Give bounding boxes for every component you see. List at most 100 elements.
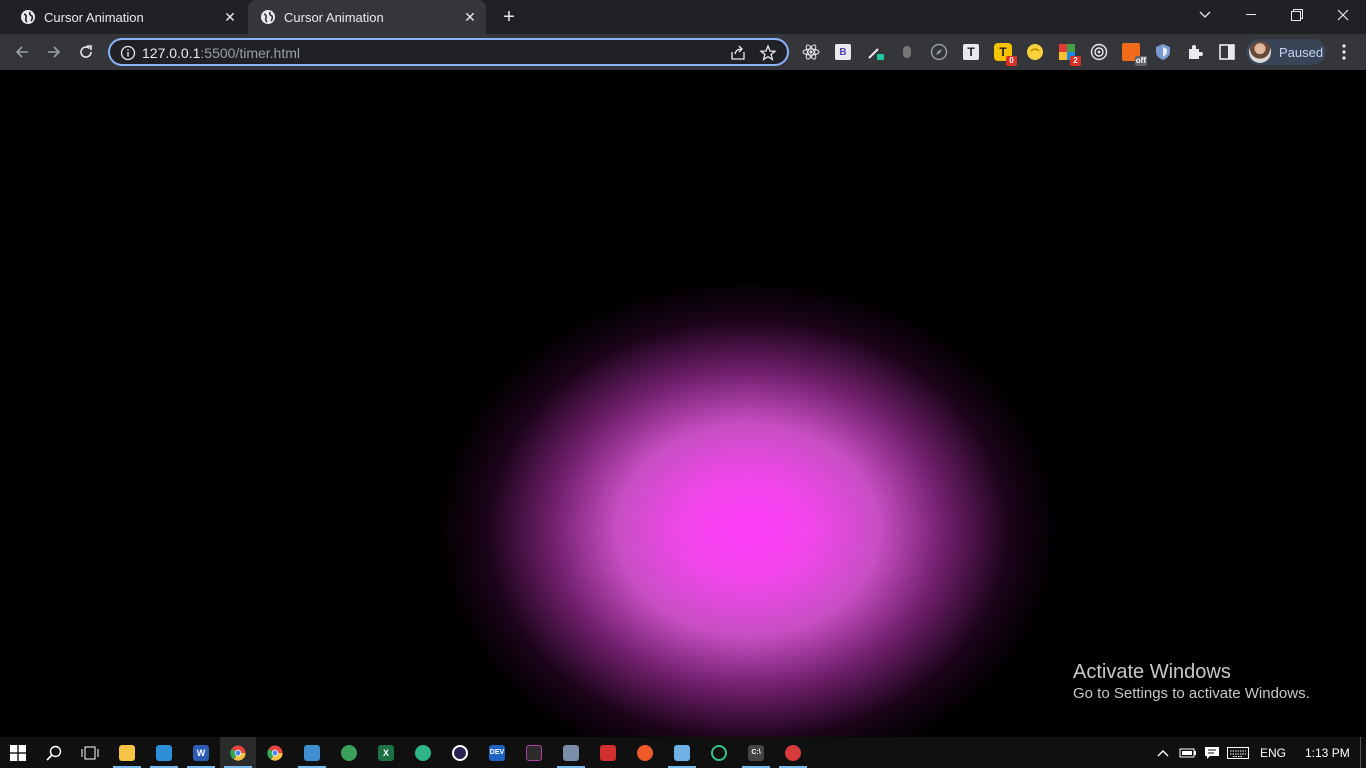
tab-title: Cursor Animation: [44, 9, 144, 25]
app-icon: [637, 744, 653, 761]
puzzle-icon[interactable]: [1185, 42, 1205, 62]
windows-logo-icon: [10, 744, 26, 761]
taskbar-app[interactable]: [257, 737, 293, 768]
watermark-title: Activate Windows: [1073, 661, 1231, 683]
eclipse-icon: [452, 744, 468, 761]
react-devtools-icon[interactable]: [801, 42, 821, 62]
new-tab-button[interactable]: +: [498, 6, 520, 28]
tab-strip: Cursor Animation ✕ Cursor Animation ✕ +: [0, 0, 1366, 34]
taskbar-app[interactable]: [405, 737, 441, 768]
taskbar-app[interactable]: [701, 737, 737, 768]
notification-icon[interactable]: [1202, 737, 1222, 768]
keyboard-icon[interactable]: [1226, 737, 1250, 768]
start-button[interactable]: [0, 737, 36, 768]
taskbar-app[interactable]: [553, 737, 589, 768]
globe-icon: [20, 9, 36, 25]
url-text: 127.0.0.1:5500/timer.html: [142, 45, 300, 61]
bookmark-star-icon[interactable]: [759, 44, 777, 62]
bootstrap-icon[interactable]: B: [833, 42, 853, 62]
close-icon[interactable]: ✕: [220, 7, 240, 27]
file-explorer-icon: [119, 744, 135, 761]
taskbar-app[interactable]: X: [368, 737, 404, 768]
back-arrow-icon[interactable]: [8, 38, 36, 66]
restore-icon[interactable]: [1274, 0, 1320, 30]
cmd-icon: C:\: [748, 744, 764, 761]
taskbar-app[interactable]: [109, 737, 145, 768]
mouse-icon[interactable]: [897, 42, 917, 62]
search-button[interactable]: [36, 737, 72, 768]
taskbar-app[interactable]: C:\: [738, 737, 774, 768]
search-icon: [46, 745, 62, 761]
app-icon: [785, 744, 801, 761]
word-icon: W: [193, 744, 209, 761]
taskbar-app[interactable]: DEV: [479, 737, 515, 768]
more-menu-icon[interactable]: [1334, 42, 1354, 62]
minimize-icon[interactable]: [1228, 0, 1274, 30]
color-picker-icon[interactable]: [865, 42, 885, 62]
app-icon: [341, 744, 357, 761]
show-hidden-icons-chevron-icon[interactable]: [1154, 737, 1172, 768]
tab-search-chevron-icon[interactable]: [1182, 0, 1228, 30]
close-window-icon[interactable]: [1320, 0, 1366, 30]
forward-arrow-icon[interactable]: [40, 38, 68, 66]
activate-windows-watermark: Activate Windows Go to Settings to activ…: [1073, 660, 1310, 704]
taskbar-app[interactable]: [146, 737, 182, 768]
taskbar-app[interactable]: [664, 737, 700, 768]
taskbar-app[interactable]: [220, 737, 256, 768]
target-icon[interactable]: [1089, 42, 1109, 62]
profile-label: Paused: [1279, 44, 1324, 60]
sidebar-icon[interactable]: [1217, 42, 1237, 62]
tab-manager-icon[interactable]: 2: [1057, 42, 1081, 66]
reload-icon[interactable]: [72, 38, 100, 66]
url-path: :5500/timer.html: [200, 45, 300, 61]
taskbar: W X DEV C:\ ENG 1:13 PM: [0, 737, 1366, 768]
close-icon[interactable]: ✕: [460, 7, 480, 27]
address-bar[interactable]: 127.0.0.1:5500/timer.html: [108, 38, 789, 66]
battery-icon[interactable]: [1178, 737, 1198, 768]
taskbar-app[interactable]: [442, 737, 478, 768]
page-viewport[interactable]: Activate Windows Go to Settings to activ…: [0, 70, 1366, 737]
terminal-icon: [526, 744, 542, 761]
taskbar-app[interactable]: [516, 737, 552, 768]
show-desktop-button[interactable]: [1360, 737, 1366, 768]
vscode-icon: [156, 744, 172, 761]
clock[interactable]: 1:13 PM: [1305, 737, 1350, 768]
info-icon[interactable]: [120, 45, 136, 61]
shield-icon[interactable]: [1153, 42, 1173, 62]
browser-toolbar: 127.0.0.1:5500/timer.html B T T 0 2 off …: [0, 34, 1366, 70]
css-extension-icon[interactable]: off: [1121, 42, 1147, 66]
task-view-icon: [81, 746, 99, 759]
app-icon: [711, 744, 727, 761]
media-icon: [600, 744, 616, 761]
editor-icon: [304, 744, 320, 761]
taskbar-app[interactable]: [590, 737, 626, 768]
cursor-glow-orb: [438, 280, 1058, 737]
taskbar-app[interactable]: [775, 737, 811, 768]
text-tool-glyph: T: [963, 44, 979, 60]
taskbar-app[interactable]: [627, 737, 663, 768]
taskbar-app[interactable]: W: [183, 737, 219, 768]
tab-title: Cursor Animation: [284, 9, 384, 25]
profile-button[interactable]: Paused: [1246, 39, 1326, 65]
toggl-icon[interactable]: T 0: [993, 42, 1017, 66]
emoji-icon[interactable]: [1025, 42, 1045, 62]
task-view-button[interactable]: [72, 737, 108, 768]
compass-icon[interactable]: [929, 42, 949, 62]
browser-window: Cursor Animation ✕ Cursor Animation ✕ +: [0, 0, 1366, 768]
share-icon[interactable]: [729, 44, 747, 62]
printer-icon: [563, 744, 579, 761]
dev-icon: DEV: [489, 744, 505, 761]
avatar: [1249, 41, 1271, 63]
notepad-icon: [674, 744, 690, 761]
tab-inactive[interactable]: Cursor Animation ✕: [8, 0, 246, 34]
css-extension-badge: off: [1134, 56, 1147, 66]
url-host: 127.0.0.1: [142, 45, 201, 61]
taskbar-app[interactable]: [331, 737, 367, 768]
taskbar-app[interactable]: [294, 737, 330, 768]
chrome-icon: [267, 745, 283, 761]
tab-active[interactable]: Cursor Animation ✕: [248, 0, 486, 34]
tab-manager-badge: 2: [1070, 56, 1081, 66]
language-indicator[interactable]: ENG: [1260, 737, 1286, 768]
toggl-badge: 0: [1006, 56, 1017, 66]
text-tool-icon[interactable]: T: [961, 42, 981, 62]
